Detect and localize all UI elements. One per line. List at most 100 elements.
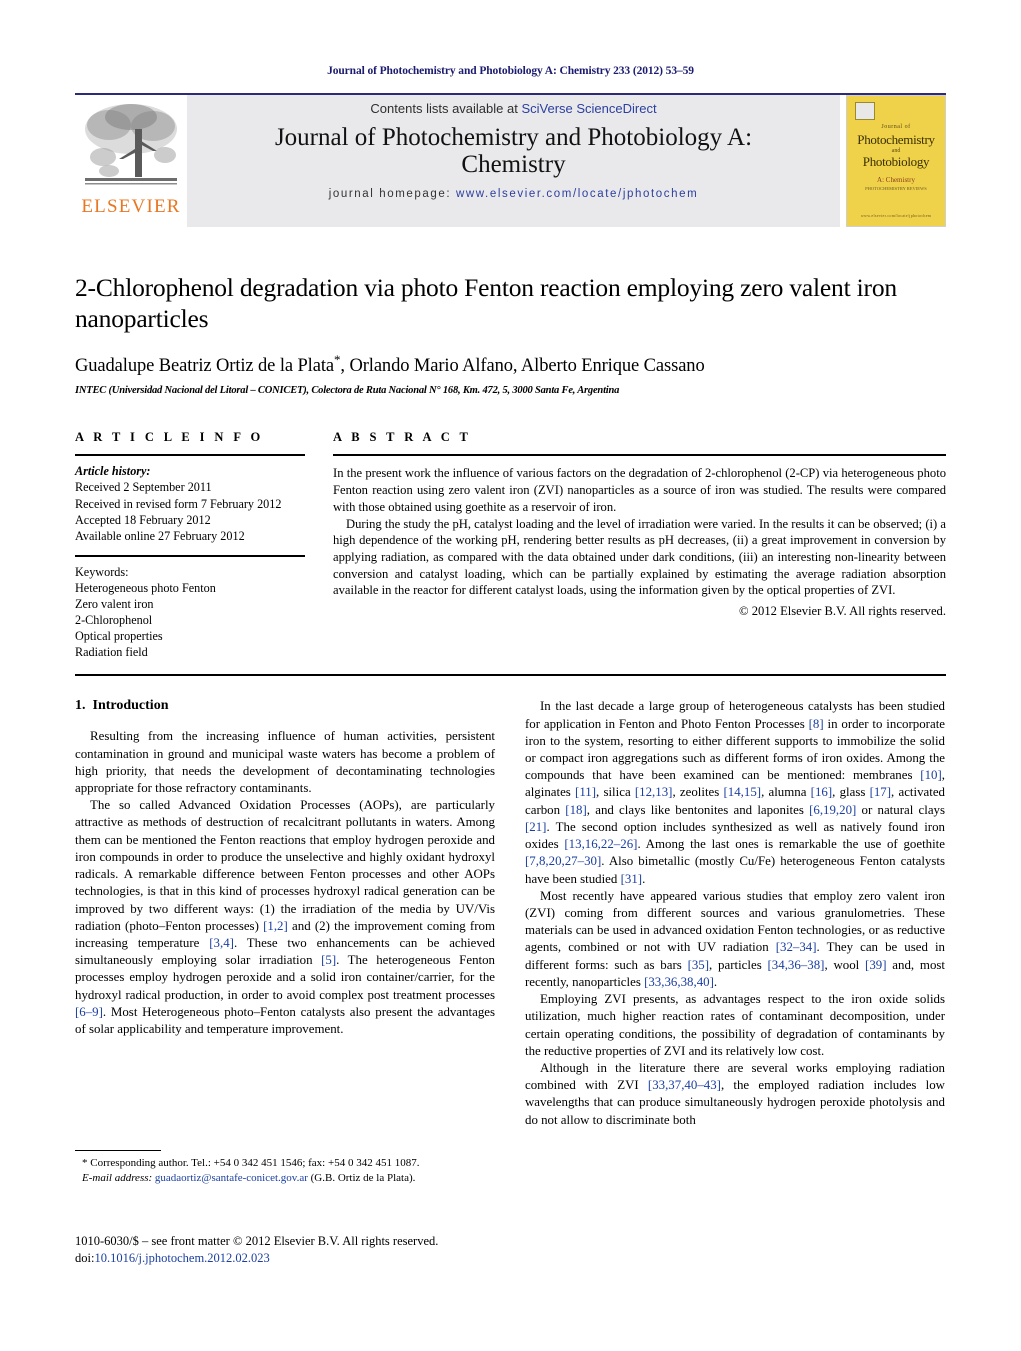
citation-ref[interactable]: [8] <box>809 717 824 731</box>
journal-band: Contents lists available at SciVerse Sci… <box>187 95 840 227</box>
author-corresponding: Guadalupe Beatriz Ortiz de la Plata <box>75 356 334 377</box>
body-columns: 1. Introduction Resulting from the increa… <box>75 698 946 1184</box>
citation-ref[interactable]: [6,19,20] <box>809 803 856 817</box>
article-history-item: Received in revised form 7 February 2012 <box>75 496 282 511</box>
citation-ref[interactable]: [32–34] <box>776 940 817 954</box>
journal-title: Journal of Photochemistry and Photobiolo… <box>275 124 752 178</box>
keyword-item: Heterogeneous photo Fenton <box>75 580 216 595</box>
cover-title-line2: Photobiology <box>862 154 930 169</box>
journal-title-line1: Journal of Photochemistry and Photobiolo… <box>274 124 753 151</box>
elsevier-wordmark: ELSEVIER <box>81 196 181 217</box>
citation-ref[interactable]: [6–9] <box>75 1005 103 1019</box>
body-paragraph: In the last decade a large group of hete… <box>525 699 946 886</box>
journal-masthead: ELSEVIER Contents lists available at Sci… <box>75 93 946 227</box>
citation-ref[interactable]: [18] <box>565 803 586 817</box>
doi-link[interactable]: 10.1016/j.jphotochem.2012.02.023 <box>94 1251 269 1265</box>
doi-line: doi:10.1016/j.jphotochem.2012.02.023 <box>75 1250 438 1267</box>
body-column-right: In the last decade a large group of hete… <box>525 698 945 1128</box>
body-paragraph: Employing ZVI presents, as advantages re… <box>525 992 945 1058</box>
body-paragraph: Resulting from the increasing influence … <box>75 729 495 796</box>
footnote-rule <box>75 1150 161 1152</box>
keyword-item: 2-Chlorophenol <box>75 613 153 628</box>
citation-ref[interactable]: [17] <box>870 785 891 799</box>
elsevier-logo: ELSEVIER <box>75 95 187 227</box>
author-affiliation: INTEC (Universidad Nacional del Litoral … <box>75 385 620 397</box>
section-label: Introduction <box>92 698 169 714</box>
author-list: Guadalupe Beatriz Ortiz de la Plata*, Or… <box>75 352 946 377</box>
title-block: 2-Chlorophenol degradation via photo Fen… <box>75 273 946 396</box>
cover-title-line1: Photochemistry <box>857 132 935 147</box>
citation-ref[interactable]: [21] <box>525 820 546 834</box>
body-divider-rule <box>75 674 946 677</box>
footnote-email-suffix: (G.B. Ortiz de la Plata). <box>310 1172 416 1185</box>
body-paragraph: Although in the literature there are sev… <box>525 1060 945 1127</box>
contents-available-line: Contents lists available at SciVerse Sci… <box>370 101 656 116</box>
journal-title-line2: Chemistry <box>461 151 566 178</box>
journal-cover-thumbnail: Journal of Photochemistry and Photobiolo… <box>846 95 946 227</box>
citation-ref[interactable]: [13,16,22–26] <box>564 837 637 851</box>
body-column-left: 1. Introduction Resulting from the increa… <box>75 698 495 1184</box>
citation-ref[interactable]: [11] <box>575 785 596 799</box>
journal-homepage-link[interactable]: www.elsevier.com/locate/jphotochem <box>456 188 698 200</box>
footnote-contact-line: * Corresponding author. Tel.: +54 0 342 … <box>82 1157 420 1170</box>
contents-prefix: Contents lists available at <box>370 101 522 116</box>
article-history-item: Received 2 September 2011 <box>75 480 212 495</box>
cover-subtitle-secondary: PHOTOCHEMISTRY REVIEWS <box>865 186 927 191</box>
article-history-item: Available online 27 February 2012 <box>75 528 245 543</box>
citation-ref[interactable]: [35] <box>688 958 709 972</box>
article-history-block: Article history: Received 2 September 20… <box>75 463 305 543</box>
keywords-block: Keywords: Heterogeneous photo Fenton Zer… <box>75 564 305 661</box>
citation-ref[interactable]: [16] <box>811 785 832 799</box>
citation-ref[interactable]: [33,37,40–43] <box>648 1078 721 1092</box>
corresponding-author-footnote: * Corresponding author. Tel.: +54 0 342 … <box>75 1150 495 1186</box>
citation-ref[interactable]: [39] <box>865 958 886 972</box>
abstract-paragraph: In the present work the influence of var… <box>333 466 946 514</box>
footnote-email-line: E-mail address: guadaortiz@santafe-conic… <box>75 1171 495 1186</box>
citation-ref[interactable]: [12,13] <box>635 785 673 799</box>
page-title: 2-Chlorophenol degradation via photo Fen… <box>75 273 897 333</box>
author-others: , Orlando Mario Alfano, Alberto Enrique … <box>340 356 705 377</box>
article-history-label: Article history: <box>75 464 151 479</box>
citation-ref[interactable]: [34,36–38] <box>768 958 825 972</box>
keyword-item: Radiation field <box>75 645 148 660</box>
elsevier-tree-icon <box>85 104 177 185</box>
article-info-column: A R T I C L E I N F O Article history: R… <box>75 430 305 660</box>
article-history-item: Accepted 18 February 2012 <box>75 512 211 527</box>
article-info-rule-top <box>75 454 305 457</box>
body-paragraph: The so called Advanced Oxidation Process… <box>75 798 495 1037</box>
journal-homepage-line: journal homepage: www.elsevier.com/locat… <box>329 188 699 200</box>
section-number: 1. <box>75 698 86 714</box>
sciencedirect-link[interactable]: SciVerse ScienceDirect <box>521 101 656 116</box>
citation-ref[interactable]: [10] <box>920 768 941 782</box>
keyword-item: Optical properties <box>75 629 163 644</box>
citation-ref[interactable]: [33,36,38,40] <box>644 975 714 989</box>
keyword-item: Zero valent iron <box>75 597 154 611</box>
body-paragraph: Most recently have appeared various stud… <box>525 888 945 989</box>
footnote-email-link[interactable]: guadaortiz@santafe-conicet.gov.ar <box>155 1172 308 1184</box>
cover-footer-url: www.elsevier.com/locate/jphotochem <box>860 213 932 218</box>
citation-ref[interactable]: [1,2] <box>263 919 288 933</box>
citation-ref[interactable]: [7,8,20,27–30] <box>525 854 601 868</box>
abstract-body: In the present work the influence of var… <box>333 465 946 620</box>
issn-copyright-block: 1010-6030/$ – see front matter © 2012 El… <box>75 1233 438 1267</box>
abstract-rule-top <box>333 454 946 457</box>
doi-label: doi: <box>75 1250 95 1265</box>
citation-ref[interactable]: [5] <box>321 953 336 967</box>
section-heading-introduction: 1. Introduction <box>75 698 495 714</box>
abstract-paragraph: During the study the pH, catalyst loadin… <box>333 516 946 598</box>
abstract-copyright: © 2012 Elsevier B.V. All rights reserved… <box>739 604 946 619</box>
citation-ref[interactable]: [31] <box>621 872 642 886</box>
footnote-text: * Corresponding author. Tel.: +54 0 342 … <box>75 1156 495 1186</box>
abstract-column: A B S T R A C T In the present work the … <box>333 430 946 660</box>
citation-ref[interactable]: [14,15] <box>723 785 761 799</box>
homepage-prefix: journal homepage: <box>328 188 456 200</box>
abstract-heading: A B S T R A C T <box>333 430 472 445</box>
keywords-label: Keywords: <box>75 564 129 579</box>
cover-publisher-badge-icon <box>855 102 875 120</box>
front-matter-line: 1010-6030/$ – see front matter © 2012 El… <box>75 1234 439 1248</box>
article-info-heading: A R T I C L E I N F O <box>75 430 264 445</box>
paper-page: Journal of Photochemistry and Photobiolo… <box>0 0 1021 1351</box>
citation-ref[interactable]: [3,4] <box>209 936 234 950</box>
cover-journal-of: Journal of <box>881 124 911 130</box>
article-info-rule-mid <box>75 554 305 557</box>
